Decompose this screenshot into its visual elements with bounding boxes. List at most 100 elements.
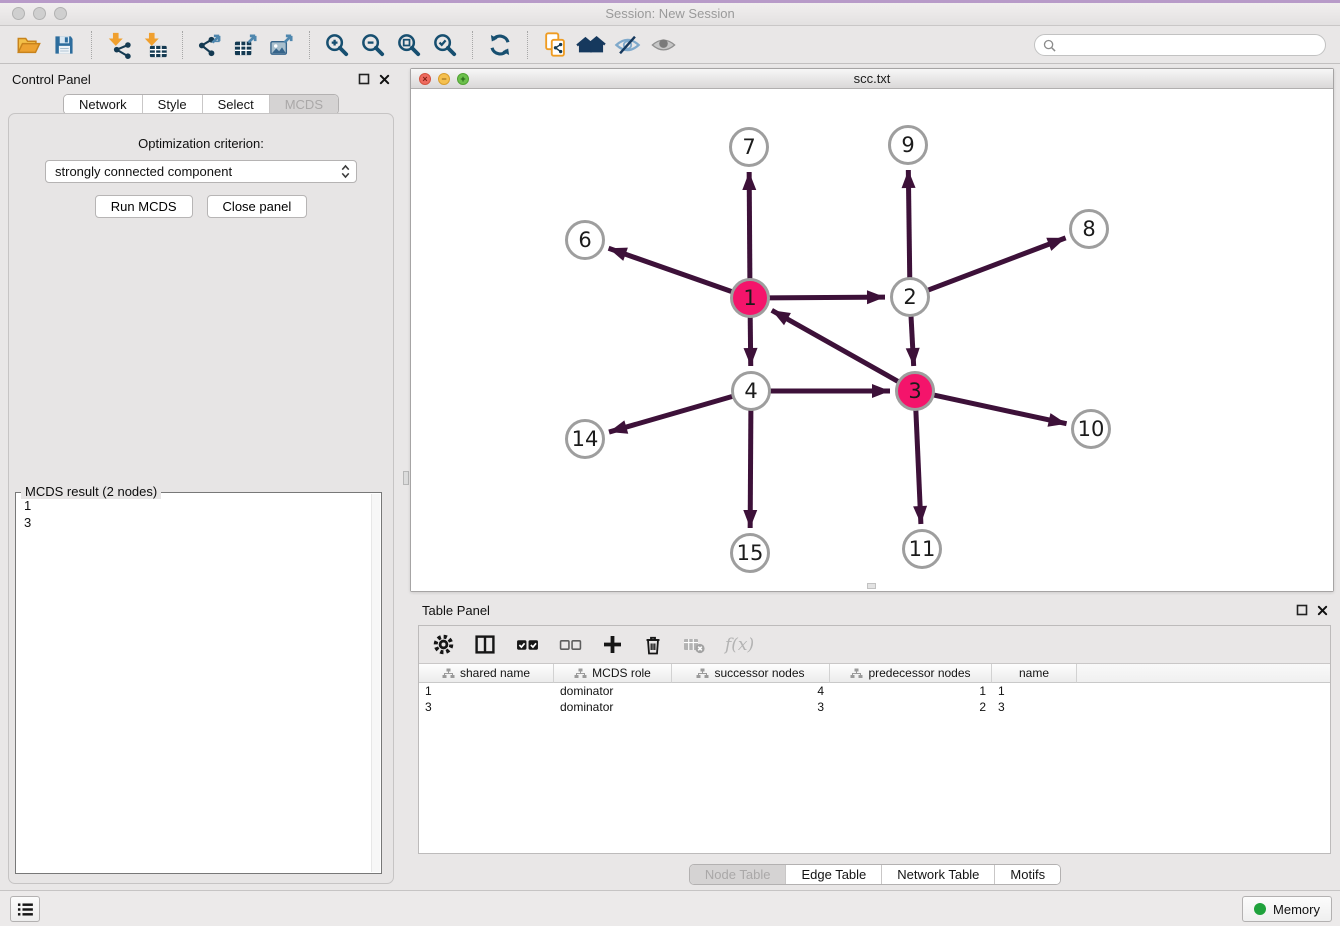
save-icon [52, 33, 76, 57]
show-graphics-details-button[interactable] [645, 29, 681, 61]
import-table-button[interactable] [137, 29, 173, 61]
panel-splitter[interactable] [402, 64, 410, 890]
table-cell: dominator [554, 683, 672, 699]
tab-select[interactable]: Select [202, 95, 269, 114]
select-all-icon[interactable] [516, 636, 539, 654]
float-panel-icon[interactable] [358, 73, 370, 85]
graph-node-7[interactable]: 7 [731, 129, 768, 166]
close-panel-icon[interactable] [379, 74, 390, 85]
task-history-button[interactable] [10, 896, 40, 922]
graph-node-4[interactable]: 4 [733, 373, 770, 410]
edge-3-to-1[interactable] [772, 310, 900, 382]
search-field[interactable] [1034, 34, 1326, 56]
tab-edge-table[interactable]: Edge Table [785, 865, 881, 884]
network-graph[interactable]: 1 2 3 4 6 7 8 9 10 11 14 15 [411, 90, 1333, 591]
network-minimize-button[interactable]: − [438, 73, 450, 85]
tab-network-table[interactable]: Network Table [881, 865, 994, 884]
zoom-out-button[interactable] [355, 29, 391, 61]
canvas-resize-handle[interactable] [867, 583, 876, 589]
open-file-button[interactable] [10, 29, 46, 61]
tab-motifs[interactable]: Motifs [994, 865, 1060, 884]
add-column-icon[interactable] [602, 634, 623, 655]
table-row[interactable]: 1dominator411 [419, 683, 1330, 699]
edge-1-to-7[interactable] [749, 172, 750, 281]
column-header-name[interactable]: name [992, 664, 1077, 683]
save-session-button[interactable] [46, 29, 82, 61]
graph-node-2[interactable]: 2 [892, 279, 929, 316]
split-view-icon[interactable] [474, 634, 496, 655]
close-panel-button[interactable]: Close panel [207, 195, 308, 218]
column-header-MCDS-role[interactable]: MCDS role [554, 664, 672, 683]
export-table-button[interactable] [228, 29, 264, 61]
import-network-button[interactable] [101, 29, 137, 61]
deselect-all-icon[interactable] [559, 636, 582, 654]
node-label: 8 [1082, 217, 1095, 241]
criterion-select[interactable]: strongly connected component [45, 160, 357, 183]
tab-node-table[interactable]: Node Table [690, 865, 786, 884]
graph-node-10[interactable]: 10 [1073, 411, 1110, 448]
graph-node-9[interactable]: 9 [890, 127, 927, 164]
splitter-handle-icon[interactable] [403, 471, 409, 485]
window-minimize-button[interactable] [33, 7, 46, 20]
tab-network[interactable]: Network [64, 95, 142, 114]
memory-button[interactable]: Memory [1242, 896, 1332, 922]
edge-4-to-14[interactable] [609, 396, 735, 432]
hide-selected-button[interactable] [609, 29, 645, 61]
first-neighbors-button[interactable] [537, 29, 573, 61]
delete-column-icon[interactable] [643, 634, 663, 656]
table-header-row: shared nameMCDS rolesuccessor nodesprede… [419, 664, 1330, 683]
table-settings-icon[interactable] [433, 634, 454, 655]
network-maximize-button[interactable]: + [457, 73, 469, 85]
graph-node-1[interactable]: 1 [732, 280, 769, 317]
zoom-fit-button[interactable] [391, 29, 427, 61]
network-window-titlebar: × − + scc.txt [411, 69, 1333, 89]
search-input[interactable] [1061, 38, 1317, 52]
graph-node-3[interactable]: 3 [897, 373, 934, 410]
control-panel: Control Panel NetworkStyleSelectMCDS Opt… [0, 64, 402, 890]
close-panel-icon[interactable] [1317, 605, 1328, 616]
table-row[interactable]: 3dominator323 [419, 699, 1330, 715]
tab-style[interactable]: Style [142, 95, 202, 114]
edge-2-to-3[interactable] [911, 314, 914, 366]
table-cell: dominator [554, 699, 672, 715]
result-scrollbar[interactable] [371, 494, 380, 872]
edge-2-to-8[interactable] [926, 238, 1066, 291]
graph-node-14[interactable]: 14 [567, 421, 604, 458]
edge-3-to-11[interactable] [916, 408, 921, 524]
window-close-button[interactable] [12, 7, 25, 20]
table-tabs-bar: Node TableEdge TableNetwork TableMotifs [410, 864, 1340, 885]
edge-4-to-15[interactable] [750, 408, 751, 528]
run-mcds-button[interactable]: Run MCDS [95, 195, 193, 218]
edge-1-to-6[interactable] [609, 248, 734, 292]
column-header-shared-name[interactable]: shared name [419, 664, 554, 683]
show-all-networks-button[interactable] [573, 29, 609, 61]
zoom-in-button[interactable] [319, 29, 355, 61]
open-folder-icon [15, 32, 42, 58]
node-label: 15 [737, 541, 764, 565]
graph-node-15[interactable]: 15 [732, 535, 769, 572]
graph-node-8[interactable]: 8 [1071, 211, 1108, 248]
memory-label: Memory [1273, 902, 1320, 917]
refresh-view-button[interactable] [482, 29, 518, 61]
export-network-button[interactable] [192, 29, 228, 61]
zoom-selected-button[interactable] [427, 29, 463, 61]
graph-node-6[interactable]: 6 [567, 222, 604, 259]
edge-1-to-2[interactable] [767, 297, 885, 298]
edge-2-to-9[interactable] [908, 170, 909, 280]
export-table-icon [233, 32, 260, 59]
control-panel-title: Control Panel [12, 72, 91, 87]
list-icon [16, 901, 35, 918]
tab-mcds[interactable]: MCDS [269, 95, 338, 114]
column-header-predecessor-nodes[interactable]: predecessor nodes [830, 664, 992, 683]
graph-node-11[interactable]: 11 [904, 531, 941, 568]
network-canvas[interactable]: 1 2 3 4 6 7 8 9 10 11 14 15 [411, 90, 1333, 591]
network-close-button[interactable]: × [419, 73, 431, 85]
window-zoom-button[interactable] [54, 7, 67, 20]
zoom-fit-icon [396, 32, 423, 59]
export-image-button[interactable] [264, 29, 300, 61]
import-network-icon [106, 31, 133, 59]
edge-3-to-10[interactable] [932, 395, 1067, 424]
column-header-successor-nodes[interactable]: successor nodes [672, 664, 830, 683]
float-panel-icon[interactable] [1296, 604, 1308, 616]
edge-1-to-4[interactable] [750, 315, 751, 366]
